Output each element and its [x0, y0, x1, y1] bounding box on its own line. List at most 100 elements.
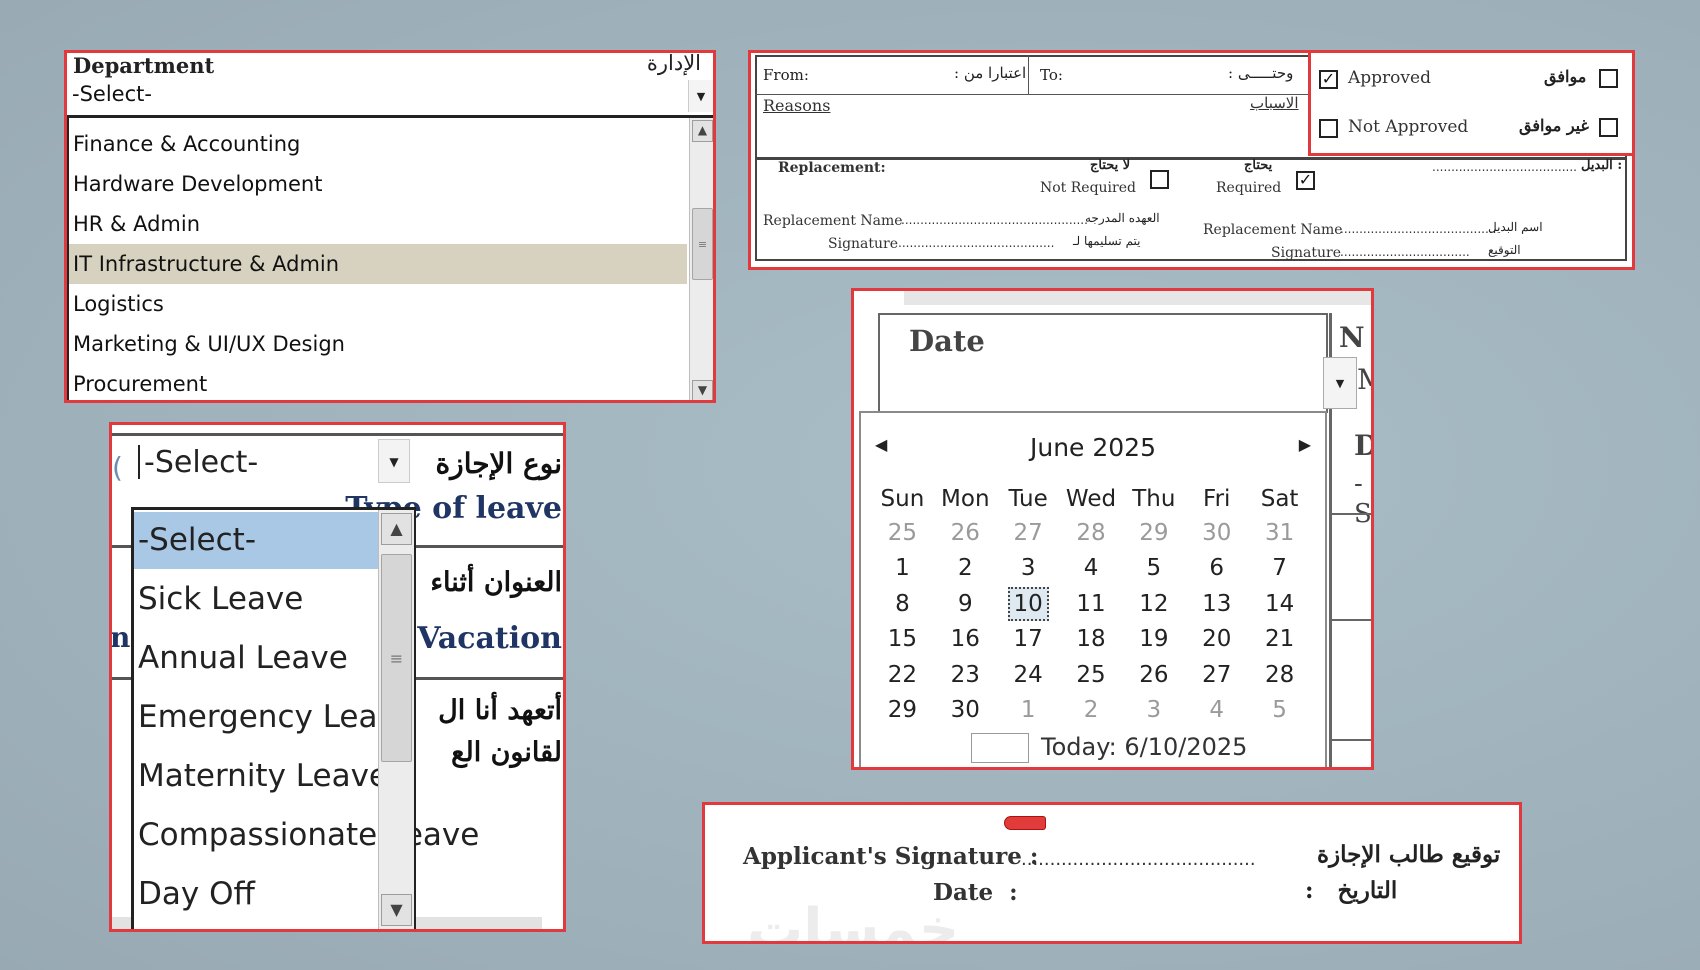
leave-scrollbar[interactable]: ▲ ≡ ▼: [378, 510, 414, 929]
scroll-up-icon[interactable]: ▲: [692, 120, 713, 142]
department-select[interactable]: -Select- ▼: [70, 80, 713, 112]
calendar-day[interactable]: 20: [1185, 626, 1248, 652]
signature-label: Signature: [828, 236, 899, 252]
calendar-day[interactable]: 14: [1248, 591, 1311, 617]
calendar-day[interactable]: 26: [934, 520, 997, 546]
calendar-day[interactable]: 31: [1248, 520, 1311, 546]
calendar-day[interactable]: 25: [871, 520, 934, 546]
scroll-down-icon[interactable]: ▼: [692, 380, 713, 400]
month-year-title[interactable]: June 2025: [861, 433, 1325, 462]
calendar-day[interactable]: 29: [871, 697, 934, 723]
department-option[interactable]: Hardware Development: [69, 164, 687, 204]
department-option[interactable]: IT Infrastructure & Admin: [69, 244, 687, 284]
calendar-day[interactable]: 8: [871, 591, 934, 617]
calendar-day[interactable]: 29: [1122, 520, 1185, 546]
leave-option[interactable]: Sick Leave: [134, 571, 378, 628]
not-approved-ar-checkbox[interactable]: [1599, 118, 1618, 137]
vacation-label: Vacation: [417, 621, 562, 656]
leave-top-border: [112, 433, 563, 436]
checkmark-icon: ✓: [1298, 170, 1313, 189]
scroll-thumb[interactable]: ≡: [381, 554, 412, 762]
calendar-day[interactable]: 15: [871, 626, 934, 652]
calendar-day[interactable]: 30: [1185, 520, 1248, 546]
calendar-day[interactable]: 6: [1185, 555, 1248, 581]
calendar-day[interactable]: 25: [1060, 662, 1123, 688]
triangle-right-icon[interactable]: ▶: [1299, 435, 1311, 454]
calendar-day[interactable]: 28: [1248, 662, 1311, 688]
calendar-day[interactable]: 17: [997, 626, 1060, 652]
calendar-day[interactable]: 16: [934, 626, 997, 652]
calendar-day[interactable]: 21: [1248, 626, 1311, 652]
calendar-day[interactable]: 2: [934, 555, 997, 581]
calendar-day[interactable]: 22: [871, 662, 934, 688]
replacement-name-dots-2: ........................................…: [1340, 222, 1497, 236]
approved-label-ar: موافق: [1544, 67, 1587, 86]
scroll-up-icon[interactable]: ▲: [381, 513, 412, 545]
leave-option[interactable]: Annual Leave: [134, 630, 378, 687]
department-option[interactable]: Finance & Accounting: [69, 124, 687, 164]
scroll-down-icon[interactable]: ▼: [381, 894, 412, 926]
calendar-day[interactable]: 4: [1185, 697, 1248, 723]
department-scrollbar[interactable]: ▲ ≡ ▼: [689, 118, 713, 400]
calendar-day[interactable]: 24: [997, 662, 1060, 688]
calendar-day[interactable]: 7: [1248, 555, 1311, 581]
calendar-day[interactable]: 10: [997, 586, 1060, 621]
calendar-day[interactable]: 30: [934, 697, 997, 723]
scroll-thumb[interactable]: ≡: [692, 208, 713, 280]
department-option[interactable]: Marketing & UI/UX Design: [69, 324, 687, 364]
applicant-signature-label-ar: توقيع طالب الإجازة: [1317, 841, 1501, 868]
signature-panel: Applicant's Signature : ................…: [702, 802, 1522, 944]
leave-select[interactable]: -Select- ▼: [138, 439, 410, 483]
calendar-day[interactable]: 5: [1248, 697, 1311, 723]
date-dropdown-button[interactable]: ▼: [1323, 357, 1357, 409]
partial-letter-s: -S: [1354, 469, 1372, 529]
calendar-day[interactable]: 1: [997, 697, 1060, 723]
calendar-day[interactable]: 3: [1122, 697, 1185, 723]
calendar-day[interactable]: 13: [1185, 591, 1248, 617]
calendar-day[interactable]: 11: [1060, 591, 1123, 617]
department-option[interactable]: Procurement: [69, 364, 687, 400]
calendar-day[interactable]: 23: [934, 662, 997, 688]
calendar-day[interactable]: 5: [1122, 555, 1185, 581]
leave-option[interactable]: Compassionate Leave: [134, 807, 479, 864]
date-signature-label-ar: : التاريخ: [1305, 877, 1398, 904]
calendar-day[interactable]: 26: [1122, 662, 1185, 688]
calendar-day[interactable]: 12: [1122, 591, 1185, 617]
partial-letter-d: D: [1354, 429, 1371, 462]
form-divider-v: [1028, 55, 1029, 95]
department-option[interactable]: Logistics: [69, 284, 687, 324]
calendar-day[interactable]: 19: [1122, 626, 1185, 652]
custody-label-ar: العهده المدرجه: [1085, 211, 1160, 225]
required-label-ar: يحتاج: [1244, 158, 1273, 173]
weekday-header: Sun Mon Tue Wed Thu Fri Sat: [871, 481, 1311, 517]
calendar-day[interactable]: 2: [1060, 697, 1123, 723]
leave-type-label-ar: نوع الإجازة: [435, 447, 563, 480]
partial-letter-n: N: [1339, 321, 1365, 354]
required-checkbox[interactable]: ✓: [1296, 171, 1315, 190]
calendar-day[interactable]: 27: [997, 520, 1060, 546]
calendar-day[interactable]: 9: [934, 591, 997, 617]
leave-option[interactable]: -Select-: [134, 512, 378, 569]
today-label[interactable]: Today: 6/10/2025: [1041, 733, 1247, 761]
calendar-day[interactable]: 1: [871, 555, 934, 581]
leave-option[interactable]: Emergency Leave: [134, 689, 415, 746]
calendar-day[interactable]: 3: [997, 555, 1060, 581]
calendar-day[interactable]: 4: [1060, 555, 1123, 581]
today-box[interactable]: [971, 733, 1029, 763]
not-approved-checkbox[interactable]: [1319, 119, 1338, 138]
approved-ar-checkbox[interactable]: [1599, 69, 1618, 88]
leave-option[interactable]: Day Off: [134, 866, 378, 923]
selected-day[interactable]: 10: [1007, 586, 1049, 621]
calendar-day[interactable]: 28: [1060, 520, 1123, 546]
department-selected-value: -Select-: [72, 82, 152, 106]
calendar-day[interactable]: 18: [1060, 626, 1123, 652]
not-required-checkbox[interactable]: [1150, 170, 1169, 189]
leave-option[interactable]: Maternity Leave: [134, 748, 388, 805]
calendar-day[interactable]: 27: [1185, 662, 1248, 688]
department-option[interactable]: HR & Admin: [69, 204, 687, 244]
approved-checkbox[interactable]: ✓: [1319, 70, 1338, 89]
chevron-down-icon[interactable]: ▼: [378, 439, 410, 483]
weekday-label: Mon: [941, 485, 990, 512]
weekday-label: Thu: [1132, 485, 1176, 512]
chevron-down-icon[interactable]: ▼: [688, 80, 713, 112]
